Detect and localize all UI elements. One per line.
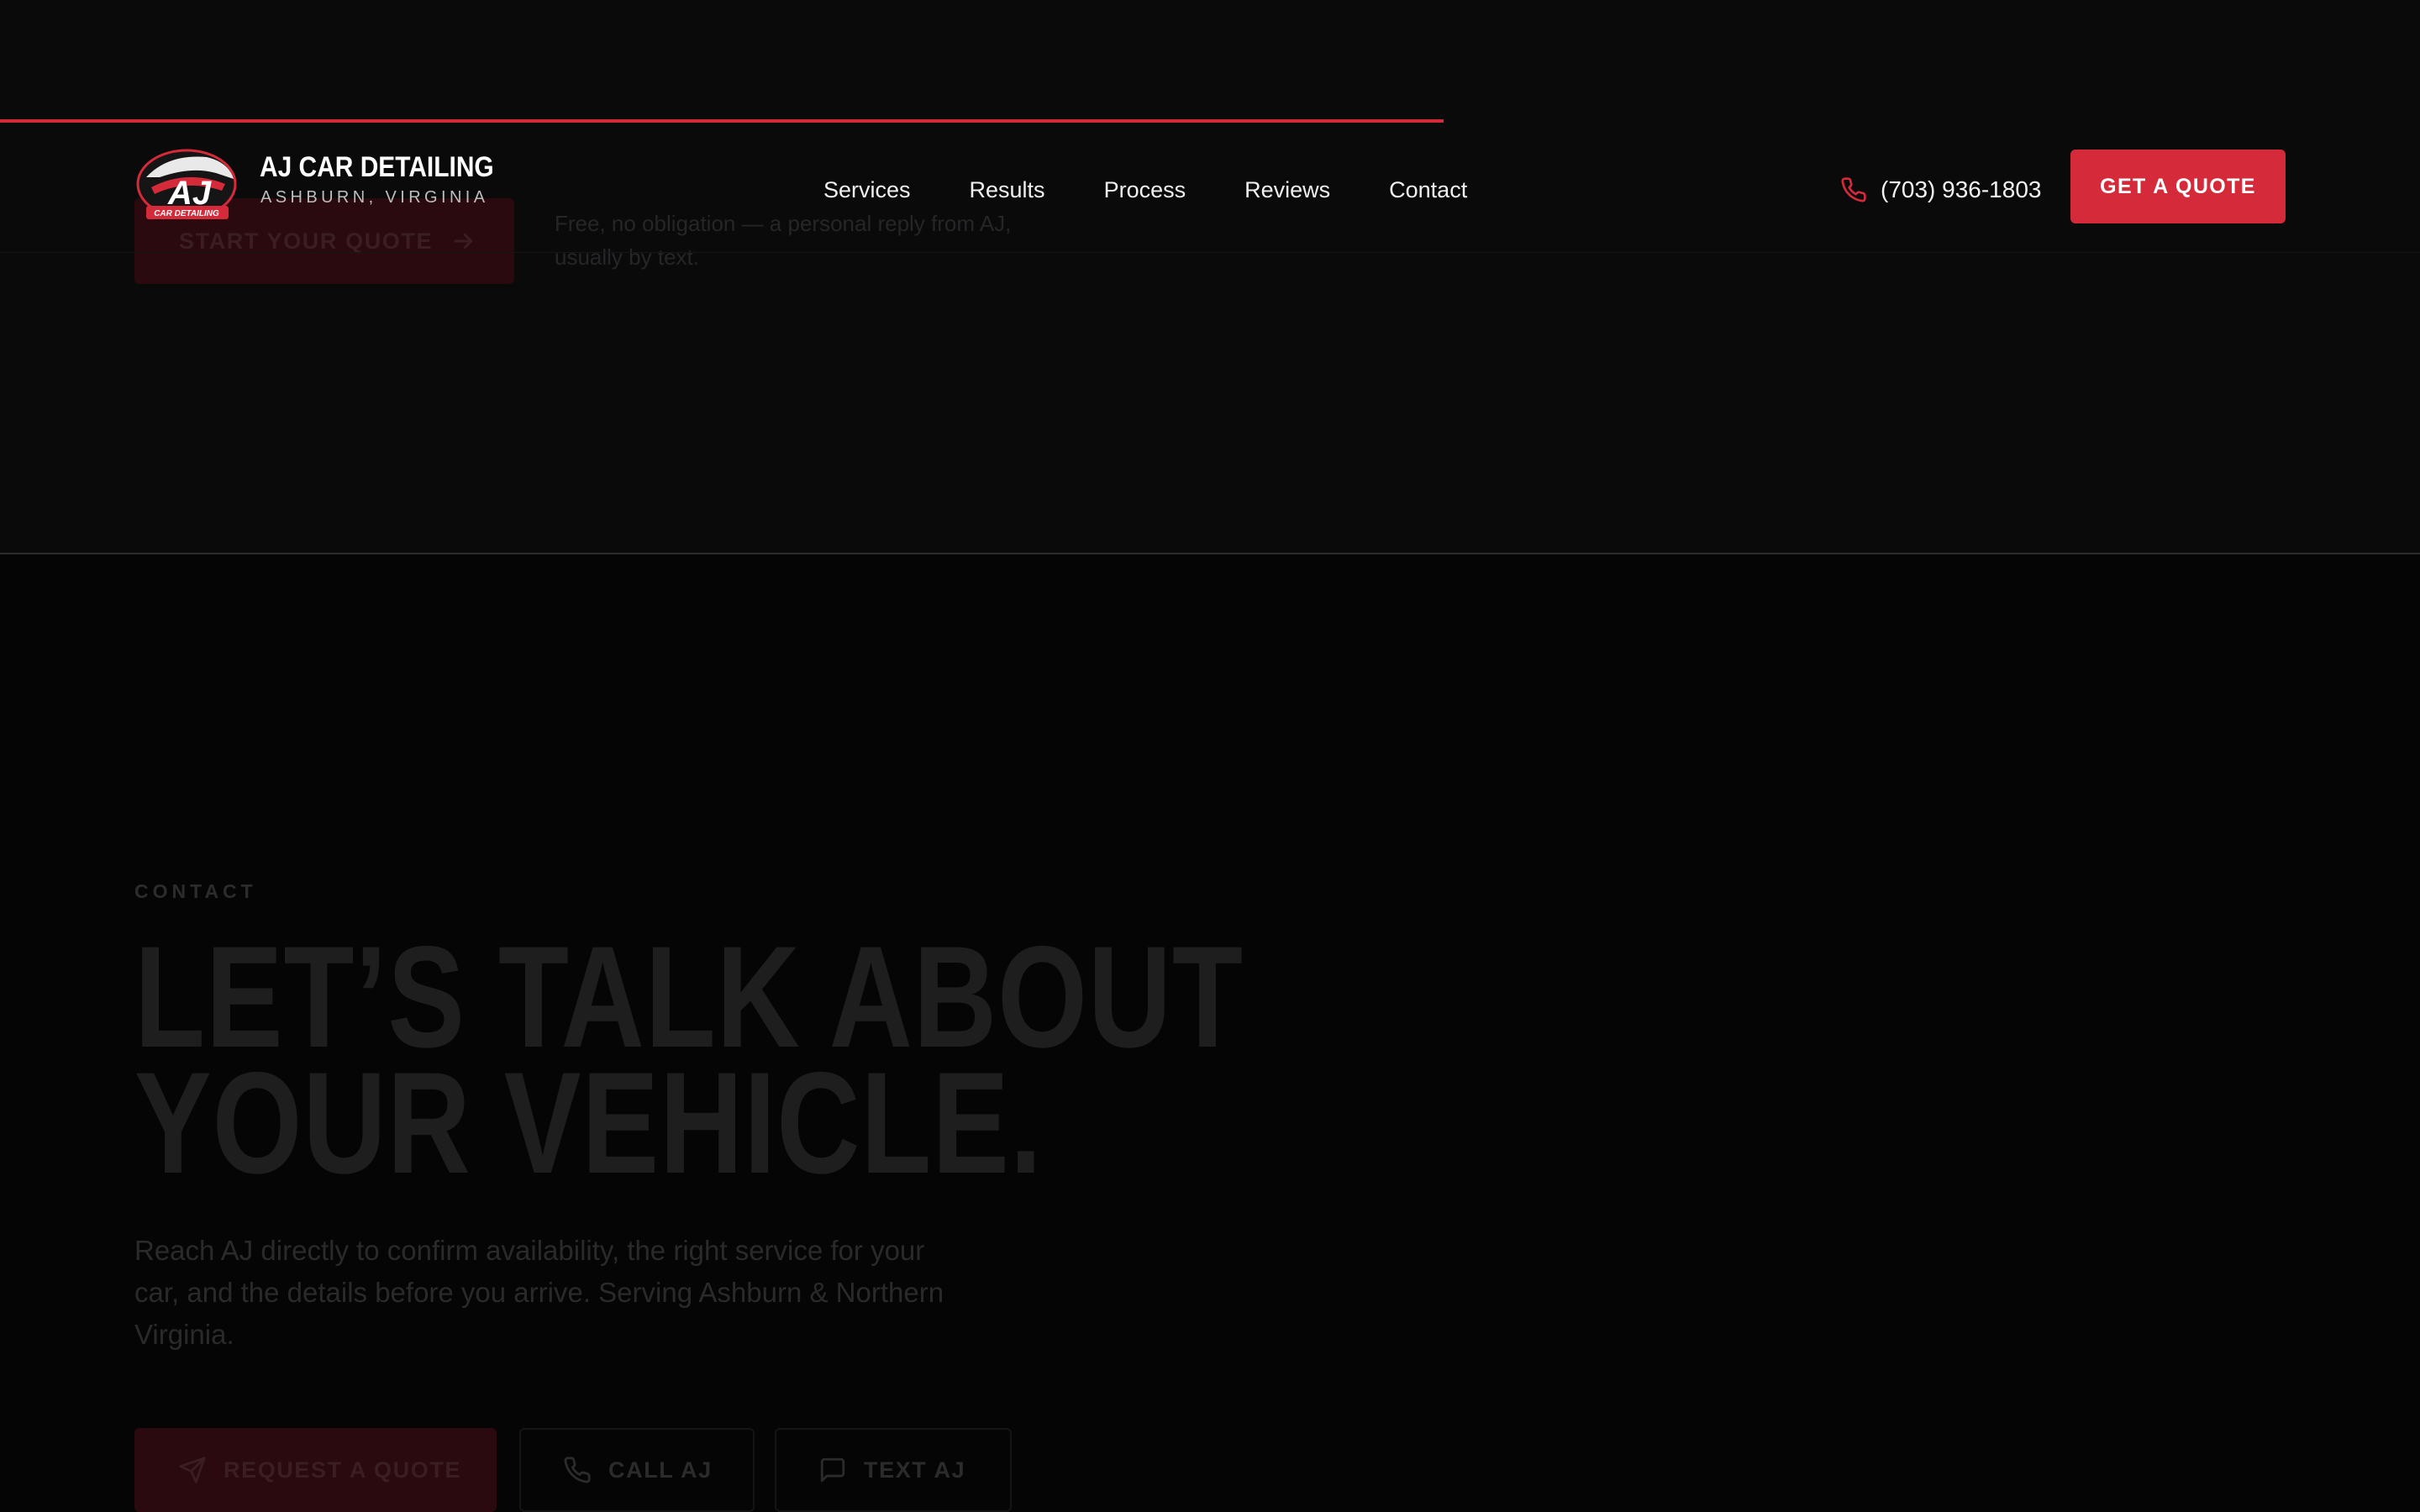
get-a-quote-button[interactable]: GET A QUOTE bbox=[2070, 150, 2286, 223]
headline-line-2: YOUR VEHICLE. bbox=[134, 1042, 1043, 1204]
phone-icon bbox=[564, 1457, 591, 1483]
send-icon bbox=[179, 1457, 206, 1483]
text-aj-button[interactable]: TEXT AJ bbox=[775, 1428, 1012, 1512]
brand-name[interactable]: AJ CAR DETAILING bbox=[260, 151, 494, 184]
nav-reviews[interactable]: Reviews bbox=[1244, 173, 1330, 207]
call-aj-label: CALL AJ bbox=[608, 1457, 713, 1483]
contact-eyebrow: CONTACT bbox=[134, 880, 257, 902]
contact-headline: LET’S TALK ABOUT YOUR VEHICLE. bbox=[134, 916, 1244, 1204]
message-icon bbox=[820, 1457, 845, 1483]
headline-line-1: LET’S TALK ABOUT bbox=[134, 916, 1244, 1078]
text-aj-label: TEXT AJ bbox=[864, 1457, 966, 1483]
nav-process[interactable]: Process bbox=[1104, 173, 1186, 207]
contact-lead: Reach AJ directly to confirm availabilit… bbox=[134, 1235, 944, 1350]
nav-services[interactable]: Services bbox=[823, 173, 911, 207]
phone-number: (703) 936-1803 bbox=[1881, 176, 2042, 202]
request-quote-label: REQUEST A QUOTE bbox=[224, 1457, 462, 1483]
nav-results[interactable]: Results bbox=[970, 173, 1045, 207]
request-quote-button[interactable]: REQUEST A QUOTE bbox=[134, 1428, 497, 1512]
brand-location: ASHBURN, VIRGINIA bbox=[260, 188, 489, 207]
aj-car-detailing-logo[interactable]: AJ CAR DETAILING bbox=[134, 144, 239, 228]
svg-text:CAR DETAILING: CAR DETAILING bbox=[154, 209, 219, 218]
call-aj-button[interactable]: CALL AJ bbox=[519, 1428, 755, 1512]
main-nav: Services Results Process Reviews Contact bbox=[823, 173, 1467, 207]
phone-icon bbox=[1841, 177, 1866, 202]
site-header: AJ CAR DETAILING AJ CAR DETAILING ASHBUR… bbox=[0, 123, 2420, 253]
phone-link[interactable]: (703) 936-1803 bbox=[1840, 173, 2041, 207]
nav-contact[interactable]: Contact bbox=[1389, 173, 1467, 207]
